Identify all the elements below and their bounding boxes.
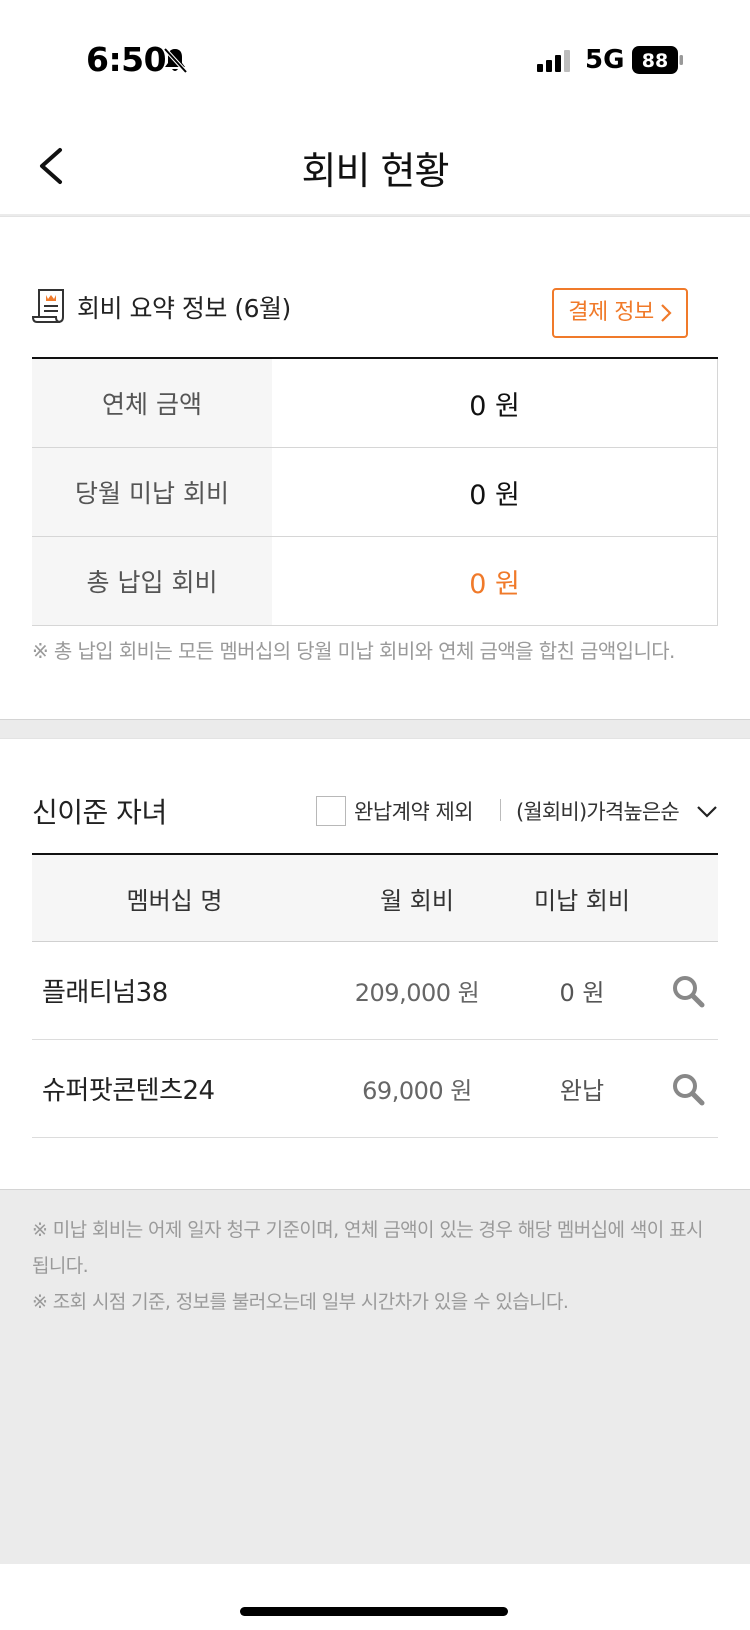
membership-card: 신이준 자녀 완납계약 제외 (월회비)가격높은순 멤버십 명 월 회비 미납 … bbox=[0, 738, 750, 1190]
bell-muted-icon bbox=[163, 47, 188, 74]
summary-value: 0 원 bbox=[272, 359, 718, 447]
payment-info-label: 결제 정보 bbox=[568, 300, 654, 325]
table-row: 플래티넘38 209,000 원 0 원 bbox=[32, 942, 718, 1040]
child-name: 신이준 자녀 bbox=[32, 796, 167, 829]
header-fee: 월 회비 bbox=[380, 886, 454, 915]
detail-button[interactable] bbox=[657, 1072, 718, 1106]
table-header: 멤버십 명 월 회비 미납 회비 bbox=[32, 855, 718, 942]
summary-label: 총 납입 회비 bbox=[32, 537, 272, 625]
bottom-bar bbox=[0, 1564, 750, 1630]
membership-fee: 69,000 원 bbox=[362, 1077, 472, 1105]
membership-fee: 209,000 원 bbox=[354, 979, 480, 1007]
summary-row-overdue: 연체 금액 0 원 bbox=[32, 359, 718, 448]
exclude-paid-checkbox[interactable] bbox=[316, 796, 346, 826]
header-name: 멤버십 명 bbox=[126, 886, 223, 915]
chevron-down-icon[interactable] bbox=[696, 805, 718, 819]
membership-name: 슈퍼팟콘텐츠24 bbox=[42, 1076, 215, 1106]
summary-label: 연체 금액 bbox=[32, 359, 272, 447]
table-row: 슈퍼팟콘텐츠24 69,000 원 완납 bbox=[32, 1040, 718, 1138]
battery-icon: 88 bbox=[632, 46, 683, 74]
membership-unpaid: 0 원 bbox=[559, 979, 605, 1007]
page-title: 회비 현황 bbox=[301, 149, 450, 193]
status-time: 6:50 bbox=[86, 40, 167, 79]
membership-table: 멤버십 명 월 회비 미납 회비 플래티넘38 209,000 원 0 원 슈퍼… bbox=[32, 853, 718, 1138]
footer-note: ※ 조회 시점 기준, 정보를 불러오는데 일부 시간차가 있을 수 있습니다. bbox=[32, 1291, 569, 1313]
search-icon bbox=[672, 1073, 704, 1105]
footer-note: ※ 미납 회비는 어제 일자 청구 기준이며, 연체 금액이 있는 경우 해당 … bbox=[32, 1219, 703, 1277]
network-type: 5G bbox=[585, 45, 625, 75]
summary-table: 연체 금액 0 원 당월 미납 회비 0 원 총 납입 회비 0 원 bbox=[32, 357, 718, 626]
header-unpaid: 미납 회비 bbox=[534, 886, 630, 915]
status-bar: 6:50 5G 88 bbox=[0, 0, 750, 120]
home-indicator[interactable] bbox=[240, 1607, 508, 1616]
filter-divider bbox=[500, 799, 501, 821]
top-area: 6:50 5G 88 회비 현황 bbox=[0, 0, 750, 214]
membership-unpaid: 완납 bbox=[559, 1077, 605, 1105]
summary-value: 0 원 bbox=[272, 448, 718, 536]
sort-dropdown[interactable]: (월회비)가격높은순 bbox=[516, 796, 680, 826]
chevron-right-icon bbox=[660, 304, 672, 322]
summary-total-value: 0 원 bbox=[272, 537, 718, 625]
summary-note: ※ 총 납입 회비는 모든 멤버십의 당월 미납 회비와 연체 금액을 합친 금… bbox=[32, 639, 675, 663]
membership-name: 플래티넘38 bbox=[42, 978, 168, 1008]
cellular-signal-icon bbox=[537, 50, 570, 72]
payment-info-button[interactable]: 결제 정보 bbox=[552, 288, 688, 338]
summary-title: 회비 요약 정보 (6월) bbox=[77, 294, 291, 323]
detail-button[interactable] bbox=[657, 974, 718, 1008]
battery-level: 88 bbox=[642, 50, 668, 72]
summary-card: 회비 요약 정보 (6월) 결제 정보 연체 금액 0 원 당월 미납 회비 0… bbox=[0, 216, 750, 720]
footer-notes: ※ 미납 회비는 어제 일자 청구 기준이며, 연체 금액이 있는 경우 해당 … bbox=[32, 1212, 712, 1320]
summary-row-total: 총 납입 회비 0 원 bbox=[32, 537, 718, 626]
summary-label: 당월 미납 회비 bbox=[32, 448, 272, 536]
summary-row-unpaid: 당월 미납 회비 0 원 bbox=[32, 448, 718, 537]
search-icon bbox=[672, 975, 704, 1007]
exclude-paid-label[interactable]: 완납계약 제외 bbox=[354, 796, 474, 826]
receipt-icon bbox=[32, 289, 64, 323]
